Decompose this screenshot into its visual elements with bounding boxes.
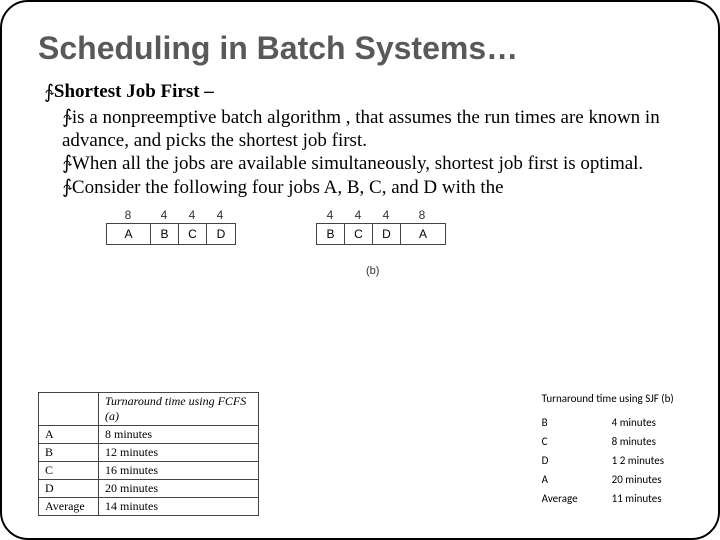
fcfs-header: Turnaround time using FCFS (a) (99, 393, 259, 426)
job-cell: B (151, 224, 179, 244)
bullet-icon: ∱ (62, 106, 72, 129)
figure-caption: (b) (366, 265, 379, 277)
duration-cell: 4 (206, 207, 234, 223)
job-cell: B (317, 224, 345, 244)
sjf-table-area: Turnaround time using SJF (b) B4 minutes… (542, 392, 678, 508)
job-name: A (542, 470, 612, 489)
heading-text: Shortest Job First – (54, 81, 214, 102)
slide-title: Scheduling in Batch Systems… (38, 30, 688, 67)
heading-sjf: ∱Shortest Job First – (44, 81, 688, 104)
duration-cell: 8 (400, 207, 444, 223)
table-row: D20 minutes (39, 480, 259, 498)
job-cell: D (207, 224, 235, 244)
table-row: Average11 minutes (542, 489, 678, 508)
job-cell: D (373, 224, 401, 244)
job-time: 14 minutes (99, 498, 259, 516)
bullet-item: ∱Consider the following four jobs A, B, … (62, 176, 688, 199)
bullet-item: ∱When all the jobs are available simulta… (62, 152, 688, 175)
table-row: C16 minutes (39, 462, 259, 480)
table-row: A8 minutes (39, 426, 259, 444)
job-name: C (39, 462, 99, 480)
table-row: B4 minutes (542, 413, 678, 432)
job-name: Average (39, 498, 99, 516)
job-name: Average (542, 489, 612, 508)
job-name: C (542, 432, 612, 451)
sjf-header: Turnaround time using SJF (b) (542, 392, 678, 405)
bottom-tables: Turnaround time using FCFS (a) A8 minute… (38, 392, 688, 516)
fcfs-header-blank (39, 393, 99, 426)
job-time: 11 minutes (612, 489, 678, 508)
bullet-icon: ∱ (44, 81, 54, 104)
job-name: D (39, 480, 99, 498)
duration-cell: 8 (106, 207, 150, 223)
job-time: 8 minutes (99, 426, 259, 444)
duration-cell: 4 (150, 207, 178, 223)
bullet-text: Consider the following four jobs A, B, C… (72, 177, 504, 198)
sjf-table: B4 minutes C8 minutes D1 2 minutes A20 m… (542, 413, 678, 508)
job-time: 16 minutes (99, 462, 259, 480)
job-figure: 8 4 4 4 A B C D 4 4 4 8 B C D (66, 207, 688, 297)
job-time: 20 minutes (99, 480, 259, 498)
table-row: B12 minutes (39, 444, 259, 462)
job-name: B (39, 444, 99, 462)
job-name: D (542, 451, 612, 470)
table-row: D1 2 minutes (542, 451, 678, 470)
duration-cell: 4 (178, 207, 206, 223)
job-time: 12 minutes (99, 444, 259, 462)
job-cell: C (179, 224, 207, 244)
job-sequence-fcfs: 8 4 4 4 A B C D (106, 207, 236, 245)
bullet-text: When all the jobs are available simultan… (72, 153, 643, 174)
bullet-text: is a nonpreemptive batch algorithm , tha… (62, 107, 660, 151)
job-name: A (39, 426, 99, 444)
job-sequence-sjf: 4 4 4 8 B C D A (316, 207, 446, 245)
duration-cell: 4 (344, 207, 372, 223)
table-row: Average14 minutes (39, 498, 259, 516)
job-cell: A (401, 224, 445, 244)
job-cell: A (107, 224, 151, 244)
fcfs-table: Turnaround time using FCFS (a) A8 minute… (38, 392, 259, 516)
duration-cell: 4 (372, 207, 400, 223)
table-row: C8 minutes (542, 432, 678, 451)
table-row: A20 minutes (542, 470, 678, 489)
job-cell: C (345, 224, 373, 244)
slide-frame: Scheduling in Batch Systems… ∱Shortest J… (0, 0, 720, 540)
bullet-icon: ∱ (62, 152, 72, 175)
bullet-item: ∱is a nonpreemptive batch algorithm , th… (62, 106, 688, 152)
duration-cell: 4 (316, 207, 344, 223)
job-time: 4 minutes (612, 413, 678, 432)
job-time: 8 minutes (612, 432, 678, 451)
bullet-icon: ∱ (62, 176, 72, 199)
job-time: 20 minutes (612, 470, 678, 489)
job-name: B (542, 413, 612, 432)
job-time: 1 2 minutes (612, 451, 678, 470)
